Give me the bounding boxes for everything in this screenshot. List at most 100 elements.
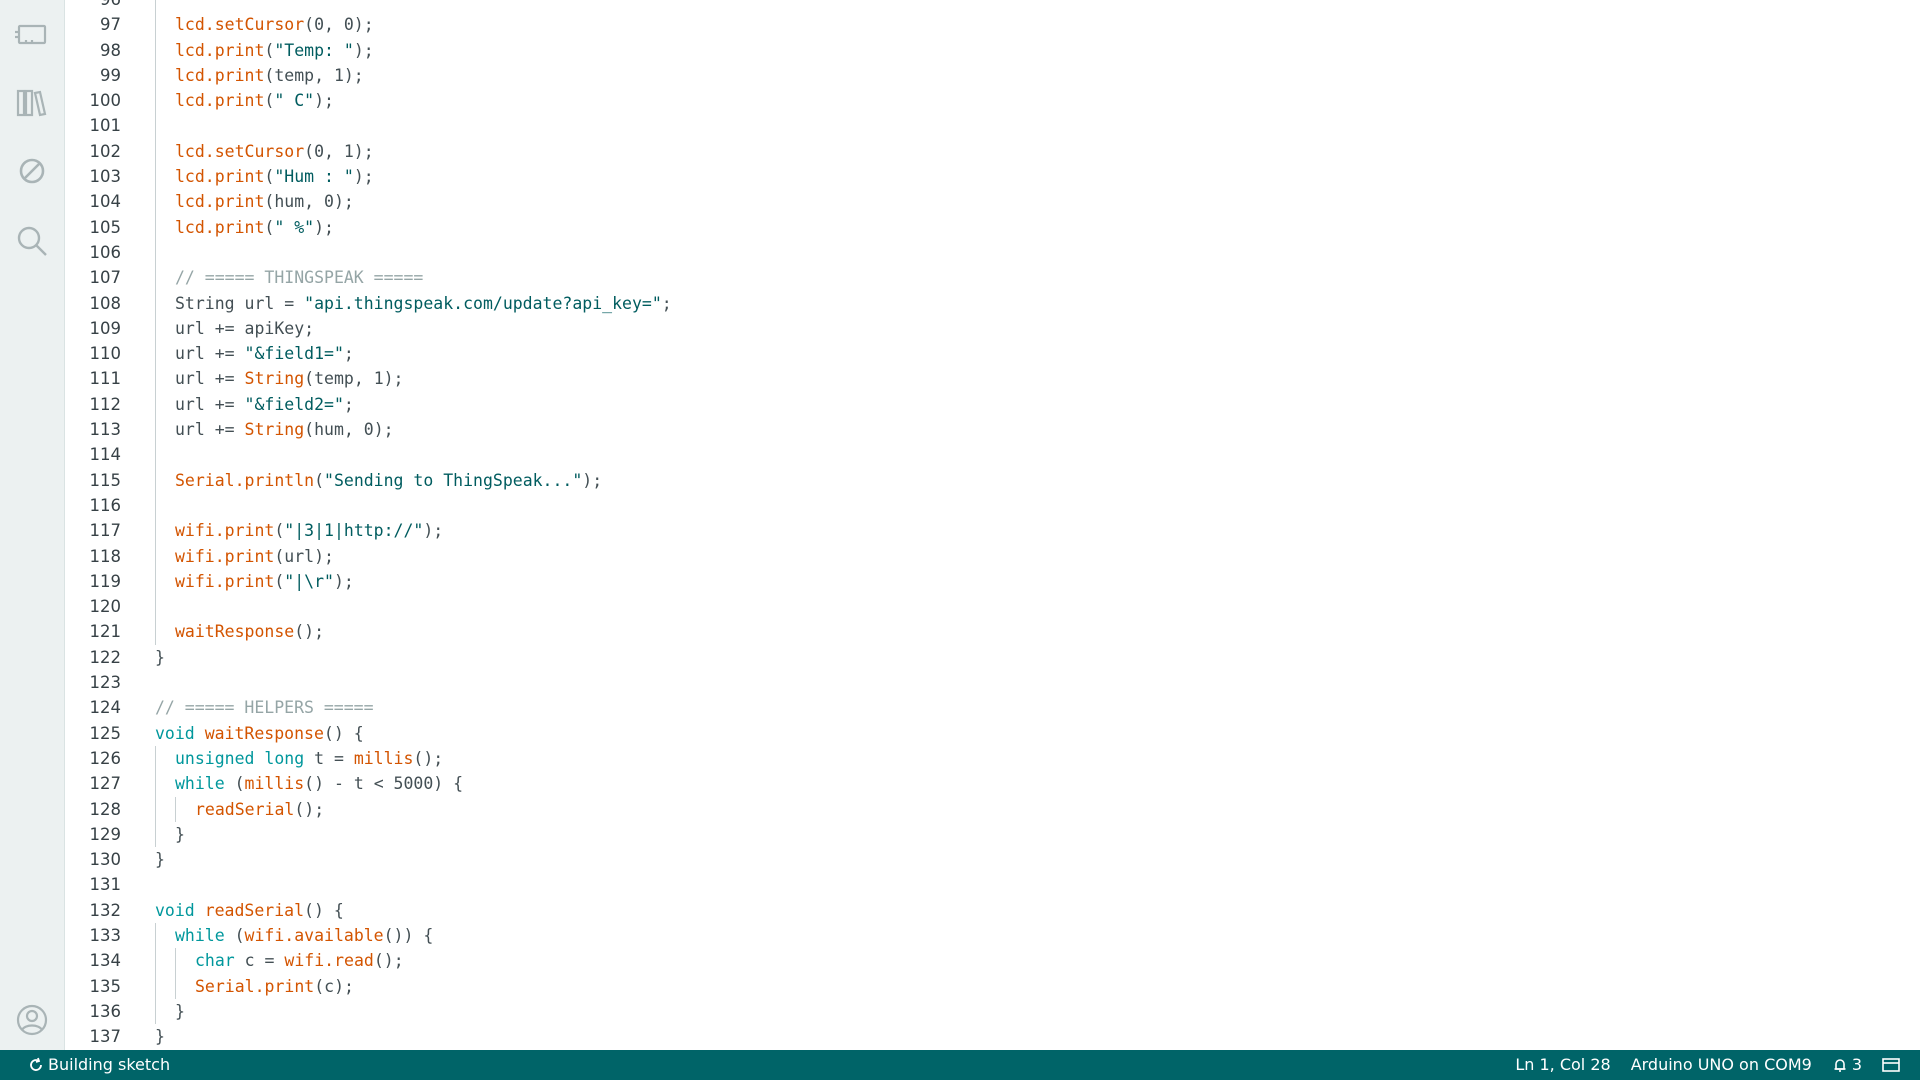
code-line[interactable]: 127 while (millis() - t < 5000) { <box>65 771 1920 797</box>
code-line[interactable]: 125 void waitResponse() { <box>65 721 1920 746</box>
code-token: readSerial <box>204 900 305 920</box>
line-number: 132 <box>89 900 122 920</box>
indent-guide <box>155 366 156 392</box>
code-line[interactable]: 97 lcd.setCursor(0, 0); <box>65 12 1920 38</box>
indent-guide <box>155 113 156 139</box>
code-line[interactable]: 107 // ===== THINGSPEAK ===== <box>65 265 1920 291</box>
line-content: String url = "api.thingspeak.com/update?… <box>175 291 672 316</box>
code-line[interactable]: 101 <box>65 113 1920 139</box>
line-number: 131 <box>89 875 122 895</box>
code-line[interactable]: 103 lcd.print("Hum : "); <box>65 164 1920 190</box>
code-line[interactable]: 110 url += "&field1="; <box>65 341 1920 367</box>
line-number: 130 <box>89 850 122 870</box>
line-number: 121 <box>89 622 122 642</box>
line-number: 113 <box>89 420 122 440</box>
code-token: "&field2=" <box>244 394 344 414</box>
profile-icon[interactable] <box>10 998 54 1042</box>
toggle-panel-button[interactable] <box>1882 1057 1904 1073</box>
line-content: lcd.print("Hum : "); <box>175 164 374 189</box>
line-content: wifi.print("|3|1|http://"); <box>175 518 443 543</box>
line-content: lcd.print(hum, 0); <box>175 189 354 214</box>
build-status[interactable]: Building sketch <box>28 1050 170 1080</box>
line-number: 128 <box>89 799 122 819</box>
code-line[interactable]: 129} <box>65 821 1920 848</box>
indent-guide <box>155 265 156 291</box>
code-token: ; <box>661 293 672 313</box>
line-number: 125 <box>89 723 122 743</box>
code-token: (0, 0); <box>304 15 374 35</box>
code-line[interactable]: 98 lcd.print("Temp: "); <box>65 37 1920 63</box>
code-line[interactable]: 121 waitResponse(); <box>65 619 1920 645</box>
code-line[interactable]: 128 readSerial(); <box>65 796 1920 822</box>
code-line[interactable]: 123 <box>65 670 1920 695</box>
code-line[interactable]: 106 <box>65 239 1920 266</box>
line-number: 122 <box>89 647 122 667</box>
indent-guide <box>155 189 156 215</box>
code-line[interactable]: 130} <box>65 847 1920 872</box>
code-line[interactable]: 111 url += String(temp, 1); <box>65 366 1920 392</box>
code-line[interactable]: 120 <box>65 594 1920 620</box>
code-token: wifi.available <box>244 925 384 945</box>
code-token: ( <box>264 167 275 187</box>
code-token: t = <box>304 748 354 768</box>
code-line[interactable]: 126 unsigned long t = millis(); <box>65 745 1920 772</box>
line-number: 119 <box>89 571 122 591</box>
line-number: 134 <box>89 951 122 971</box>
code-line[interactable]: 124 // ===== HELPERS ===== <box>65 695 1920 720</box>
code-line[interactable]: 109 url += apiKey; <box>65 315 1920 342</box>
code-line[interactable]: 114 <box>65 442 1920 468</box>
line-content: lcd.print(temp, 1); <box>175 63 364 88</box>
code-line[interactable]: 136} <box>65 998 1920 1025</box>
indent-guide <box>155 821 156 848</box>
code-line[interactable]: 122} <box>65 645 1920 670</box>
code-token: ( <box>264 40 275 60</box>
code-line[interactable]: 137} <box>65 1024 1920 1049</box>
code-line[interactable]: 116 <box>65 492 1920 519</box>
library-manager-icon[interactable] <box>10 81 54 125</box>
code-token: ); <box>423 521 444 541</box>
cursor-position[interactable]: Ln 1, Col 28 <box>1515 1050 1610 1080</box>
code-line[interactable]: 108 String url = "api.thingspeak.com/upda… <box>65 290 1920 316</box>
code-token: ( <box>274 571 285 591</box>
board-selector[interactable]: Arduino UNO on COM9 <box>1631 1050 1812 1080</box>
indent-guide <box>155 88 156 114</box>
code-line[interactable]: 118 wifi.print(url); <box>65 543 1920 569</box>
code-line[interactable]: 131 <box>65 872 1920 897</box>
code-token: String <box>244 420 305 440</box>
line-number: 120 <box>89 597 122 617</box>
code-line[interactable]: 100 lcd.print(" C"); <box>65 88 1920 114</box>
notifications[interactable]: 3 <box>1832 1050 1862 1080</box>
code-line[interactable]: 115 Serial.println("Sending to ThingSpeak… <box>65 467 1920 493</box>
board-manager-icon[interactable] <box>10 12 54 56</box>
code-line[interactable]: 119 wifi.print("|\r"); <box>65 568 1920 595</box>
indent-guide <box>155 568 156 595</box>
line-content: readSerial(); <box>195 797 324 822</box>
code-token: ( <box>224 925 245 945</box>
code-token: } <box>155 850 165 870</box>
code-line[interactable]: 112 url += "&field2="; <box>65 391 1920 418</box>
code-line[interactable]: 133 while (wifi.available()) { <box>65 922 1920 949</box>
code-token: ; <box>343 394 354 414</box>
code-line[interactable]: 117 wifi.print("|3|1|http://"); <box>65 518 1920 544</box>
code-editor[interactable]: 9697lcd.setCursor(0, 0);98lcd.print("Tem… <box>65 0 1920 1050</box>
line-content: // ===== THINGSPEAK ===== <box>175 265 423 290</box>
code-line[interactable]: 113 url += String(hum, 0); <box>65 417 1920 443</box>
code-token: () { <box>323 723 364 743</box>
code-line[interactable]: 105 lcd.print(" %"); <box>65 214 1920 240</box>
code-line[interactable]: 102 lcd.setCursor(0, 1); <box>65 138 1920 165</box>
code-line[interactable]: 96 <box>65 0 1920 13</box>
indent-guide <box>155 37 156 63</box>
code-lines[interactable]: 9697lcd.setCursor(0, 0);98lcd.print("Tem… <box>65 0 1920 1049</box>
debug-icon[interactable] <box>10 149 54 193</box>
code-token: readSerial <box>195 799 295 819</box>
search-icon[interactable] <box>10 219 54 263</box>
line-content: } <box>155 1024 165 1049</box>
notification-count: 3 <box>1851 1055 1862 1074</box>
code-line[interactable]: 135 Serial.print(c); <box>65 973 1920 999</box>
line-number: 133 <box>89 925 122 945</box>
code-token: ( <box>224 774 245 794</box>
code-line[interactable]: 134 char c = wifi.read(); <box>65 948 1920 974</box>
code-line[interactable]: 99 lcd.print(temp, 1); <box>65 62 1920 89</box>
code-line[interactable]: 104 lcd.print(hum, 0); <box>65 189 1920 215</box>
code-line[interactable]: 132 void readSerial() { <box>65 898 1920 923</box>
